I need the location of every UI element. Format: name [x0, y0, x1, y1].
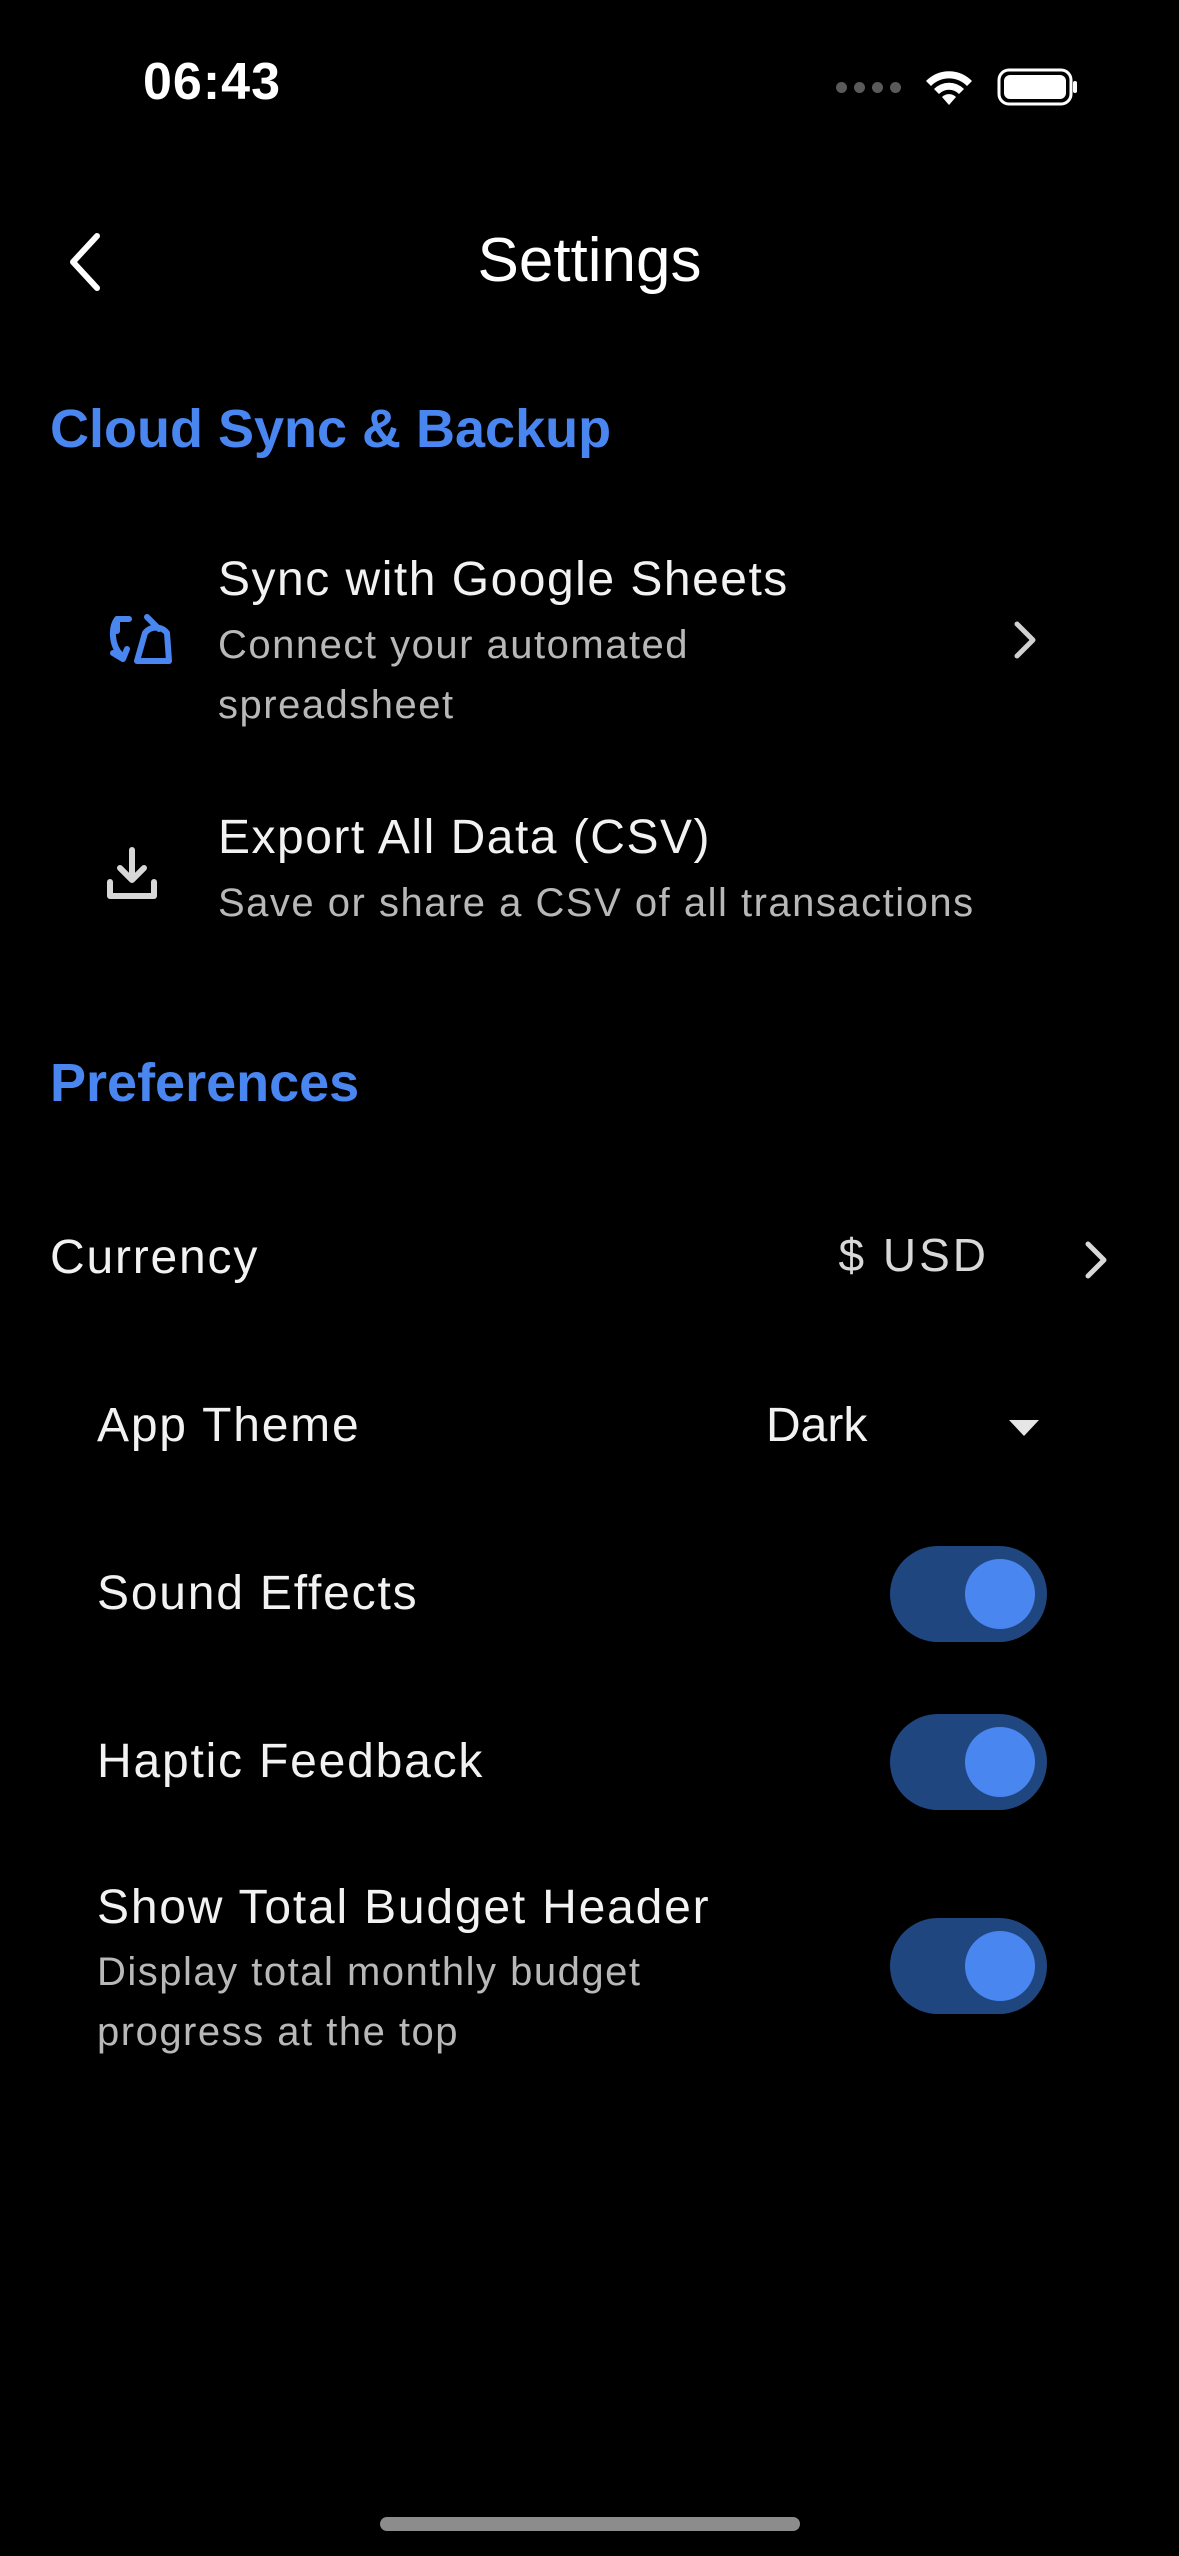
status-time: 06:43 [143, 53, 281, 111]
chevron-right-icon [1005, 615, 1045, 665]
sync-icon [100, 605, 180, 675]
settings-screen: 06:43 Settings Cloud Sync & Backup Sync … [0, 0, 1179, 2556]
sync-google-sheets-row[interactable]: Sync with Google Sheets Connect your aut… [0, 540, 1179, 740]
budget-header-subtitle-line1: Display total monthly budget [97, 1950, 642, 1994]
home-indicator[interactable] [380, 2517, 800, 2531]
sound-effects-toggle[interactable] [890, 1546, 1047, 1642]
app-theme-value: Dark [766, 1399, 868, 1452]
sync-title: Sync with Google Sheets [218, 553, 789, 606]
currency-chevron-icon [1078, 1235, 1114, 1285]
currency-row[interactable]: Currency [0, 1190, 1179, 1330]
haptic-feedback-toggle[interactable] [890, 1714, 1047, 1810]
toggle-knob [965, 1931, 1035, 2001]
section-header-preferences: Preferences [50, 1053, 360, 1113]
wifi-icon [926, 71, 972, 105]
app-theme-label: App Theme [97, 1399, 361, 1452]
sync-subtitle-line1: Connect your automated [218, 623, 690, 667]
currency-value: $ USD [838, 1229, 989, 1281]
export-title: Export All Data (CSV) [218, 811, 711, 864]
cellular-signal-icon [836, 81, 901, 93]
budget-header-label: Show Total Budget Header [97, 1881, 711, 1934]
status-icons [836, 62, 1079, 112]
battery-icon [997, 68, 1077, 106]
page-title: Settings [477, 226, 702, 295]
download-icon [102, 842, 162, 906]
export-csv-row[interactable]: Export All Data (CSV) Save or share a CS… [0, 800, 1179, 940]
sync-subtitle-line2: spreadsheet [218, 683, 455, 727]
toggle-knob [965, 1559, 1035, 1629]
export-subtitle: Save or share a CSV of all transactions [218, 881, 975, 925]
haptic-feedback-label: Haptic Feedback [97, 1735, 485, 1788]
toggle-knob [965, 1727, 1035, 1797]
dropdown-arrow-icon [1009, 1420, 1039, 1436]
budget-header-subtitle-line2: progress at the top [97, 2010, 460, 2054]
currency-label: Currency [50, 1231, 260, 1284]
sound-effects-label: Sound Effects [97, 1567, 419, 1620]
section-header-cloud: Cloud Sync & Backup [50, 399, 612, 459]
budget-header-toggle[interactable] [890, 1918, 1047, 2014]
